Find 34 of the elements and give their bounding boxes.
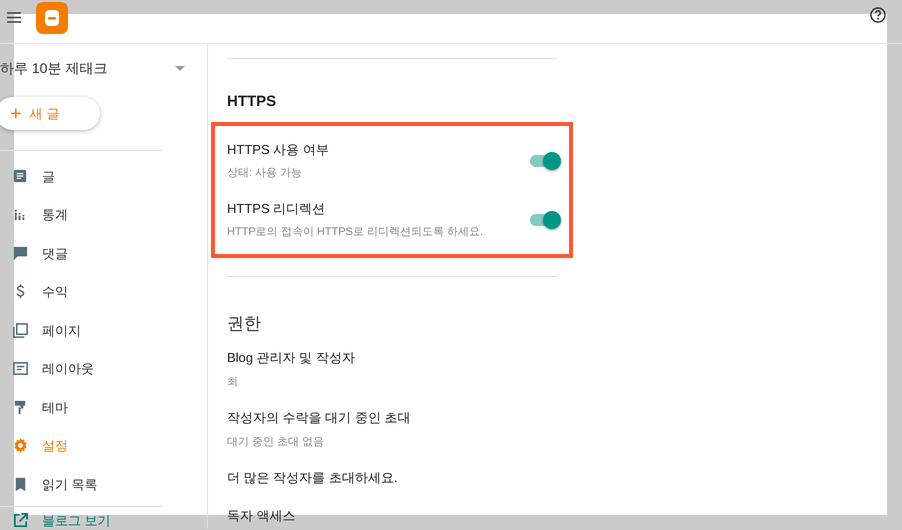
setting-description: 최 (227, 374, 239, 390)
sidebar-item[interactable]: 댓글 (0, 234, 207, 272)
pages-icon (12, 322, 29, 339)
setting-title: Blog 관리자 및 작성자 (227, 349, 356, 367)
setting-title: HTTPS 리디렉션 (227, 200, 326, 218)
sidebar-item[interactable]: 읽기 목록 (0, 465, 207, 504)
sidebar-item[interactable]: 페이지 (0, 311, 207, 350)
setting-title: 작성자의 수락을 대기 중인 초대 (227, 409, 412, 427)
section-heading: 권한 (227, 312, 262, 334)
setting-description: 대기 중인 초대 없음 (227, 434, 326, 450)
logo-icon[interactable] (36, 2, 68, 34)
plus-icon: + (10, 102, 22, 124)
document-icon (12, 168, 29, 185)
setting-title: 더 많은 작성자를 초대하세요. (227, 469, 398, 487)
settings-icon (12, 437, 29, 454)
help-icon[interactable] (870, 7, 886, 23)
sidebar-item[interactable]: 글 (0, 157, 207, 196)
toggle-switch[interactable] (530, 150, 561, 170)
setting-description: HTTP로의 접속이 HTTPS로 리디렉션되도록 하세요. (227, 225, 484, 240)
dropdown-caret-icon[interactable] (175, 66, 185, 70)
blog-name: 하루 10분 제태크 (0, 58, 108, 78)
layout-icon (12, 360, 29, 378)
comment-icon (12, 244, 29, 262)
sidebar-item[interactable]: 레이아웃 (0, 350, 207, 388)
sidebar-item[interactable]: 테마 (0, 388, 207, 426)
sidebar-item[interactable]: 통계 (0, 196, 207, 234)
sidebar-item[interactable]: 수익 (0, 272, 207, 311)
toggle-switch[interactable] (530, 210, 561, 230)
setting-title: HTTPS 사용 여부 (227, 140, 329, 158)
menu-icon[interactable] (7, 12, 21, 23)
setting-title: 독자 액세스 (227, 506, 297, 524)
section-heading: HTTPS (227, 92, 278, 112)
setting-description: 상태: 사용 가능 (227, 166, 304, 181)
external-link-icon (12, 512, 29, 529)
